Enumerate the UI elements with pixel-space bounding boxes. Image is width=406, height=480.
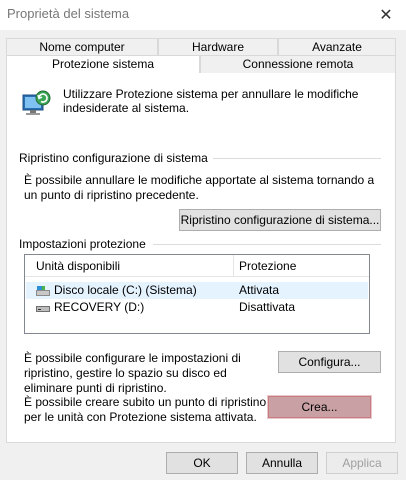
system-drive-icon: [36, 285, 50, 296]
settings-group-title: Impostazioni protezione: [19, 237, 146, 251]
restore-description: È possibile annullare le modifiche appor…: [24, 173, 375, 202]
list-item[interactable]: RECOVERY (D:) Disattivata: [26, 299, 368, 316]
configure-button[interactable]: Configura...: [278, 351, 381, 373]
system-restore-button[interactable]: Ripristino configurazione di sistema...: [179, 209, 381, 231]
intro-text: Utilizzare Protezione sistema per annull…: [63, 87, 359, 115]
column-separator: [233, 255, 234, 277]
tab-nome-computer[interactable]: Nome computer: [6, 38, 158, 56]
create-button[interactable]: Crea...: [268, 396, 371, 418]
create-text: È possibile creare subito un punto di ri…: [24, 395, 267, 424]
close-button[interactable]: ✕: [366, 0, 406, 30]
apply-button[interactable]: Applica: [326, 452, 398, 474]
configure-text: È possibile configurare le impostazioni …: [24, 351, 241, 395]
drive-protection-status: Disattivata: [239, 300, 296, 314]
drive-name: RECOVERY (D:): [54, 300, 145, 314]
restore-group-divider: [213, 158, 381, 159]
cancel-button[interactable]: Annulla: [246, 452, 318, 474]
tab-hardware[interactable]: Hardware: [158, 38, 278, 56]
title-bar: Proprietà del sistema ✕: [0, 0, 406, 30]
ok-button[interactable]: OK: [166, 452, 238, 474]
tab-row-back: Nome computer Hardware Avanzate: [6, 38, 396, 56]
drive-icon: [36, 302, 50, 312]
close-icon: ✕: [379, 7, 393, 24]
system-protection-icon: [21, 89, 51, 119]
column-header-protection[interactable]: Protezione: [239, 259, 296, 273]
window-title: Proprietà del sistema: [7, 6, 130, 21]
settings-group-divider: [153, 244, 381, 245]
tab-row-front: Protezione sistema Connessione remota: [6, 55, 396, 73]
tab-connessione-remota[interactable]: Connessione remota: [200, 55, 396, 73]
list-item[interactable]: Disco locale (C:) (Sistema) Attivata: [26, 282, 368, 299]
drive-name: Disco locale (C:) (Sistema): [54, 283, 197, 297]
restore-group-title: Ripristino configurazione di sistema: [19, 151, 208, 165]
list-header: Unità disponibili Protezione: [25, 255, 369, 277]
drives-list[interactable]: Unità disponibili Protezione Disco local…: [24, 254, 370, 334]
tab-protezione-sistema[interactable]: Protezione sistema: [6, 55, 200, 73]
column-header-drives[interactable]: Unità disponibili: [36, 259, 120, 273]
tab-avanzate[interactable]: Avanzate: [278, 38, 396, 56]
drive-protection-status: Attivata: [239, 283, 280, 297]
